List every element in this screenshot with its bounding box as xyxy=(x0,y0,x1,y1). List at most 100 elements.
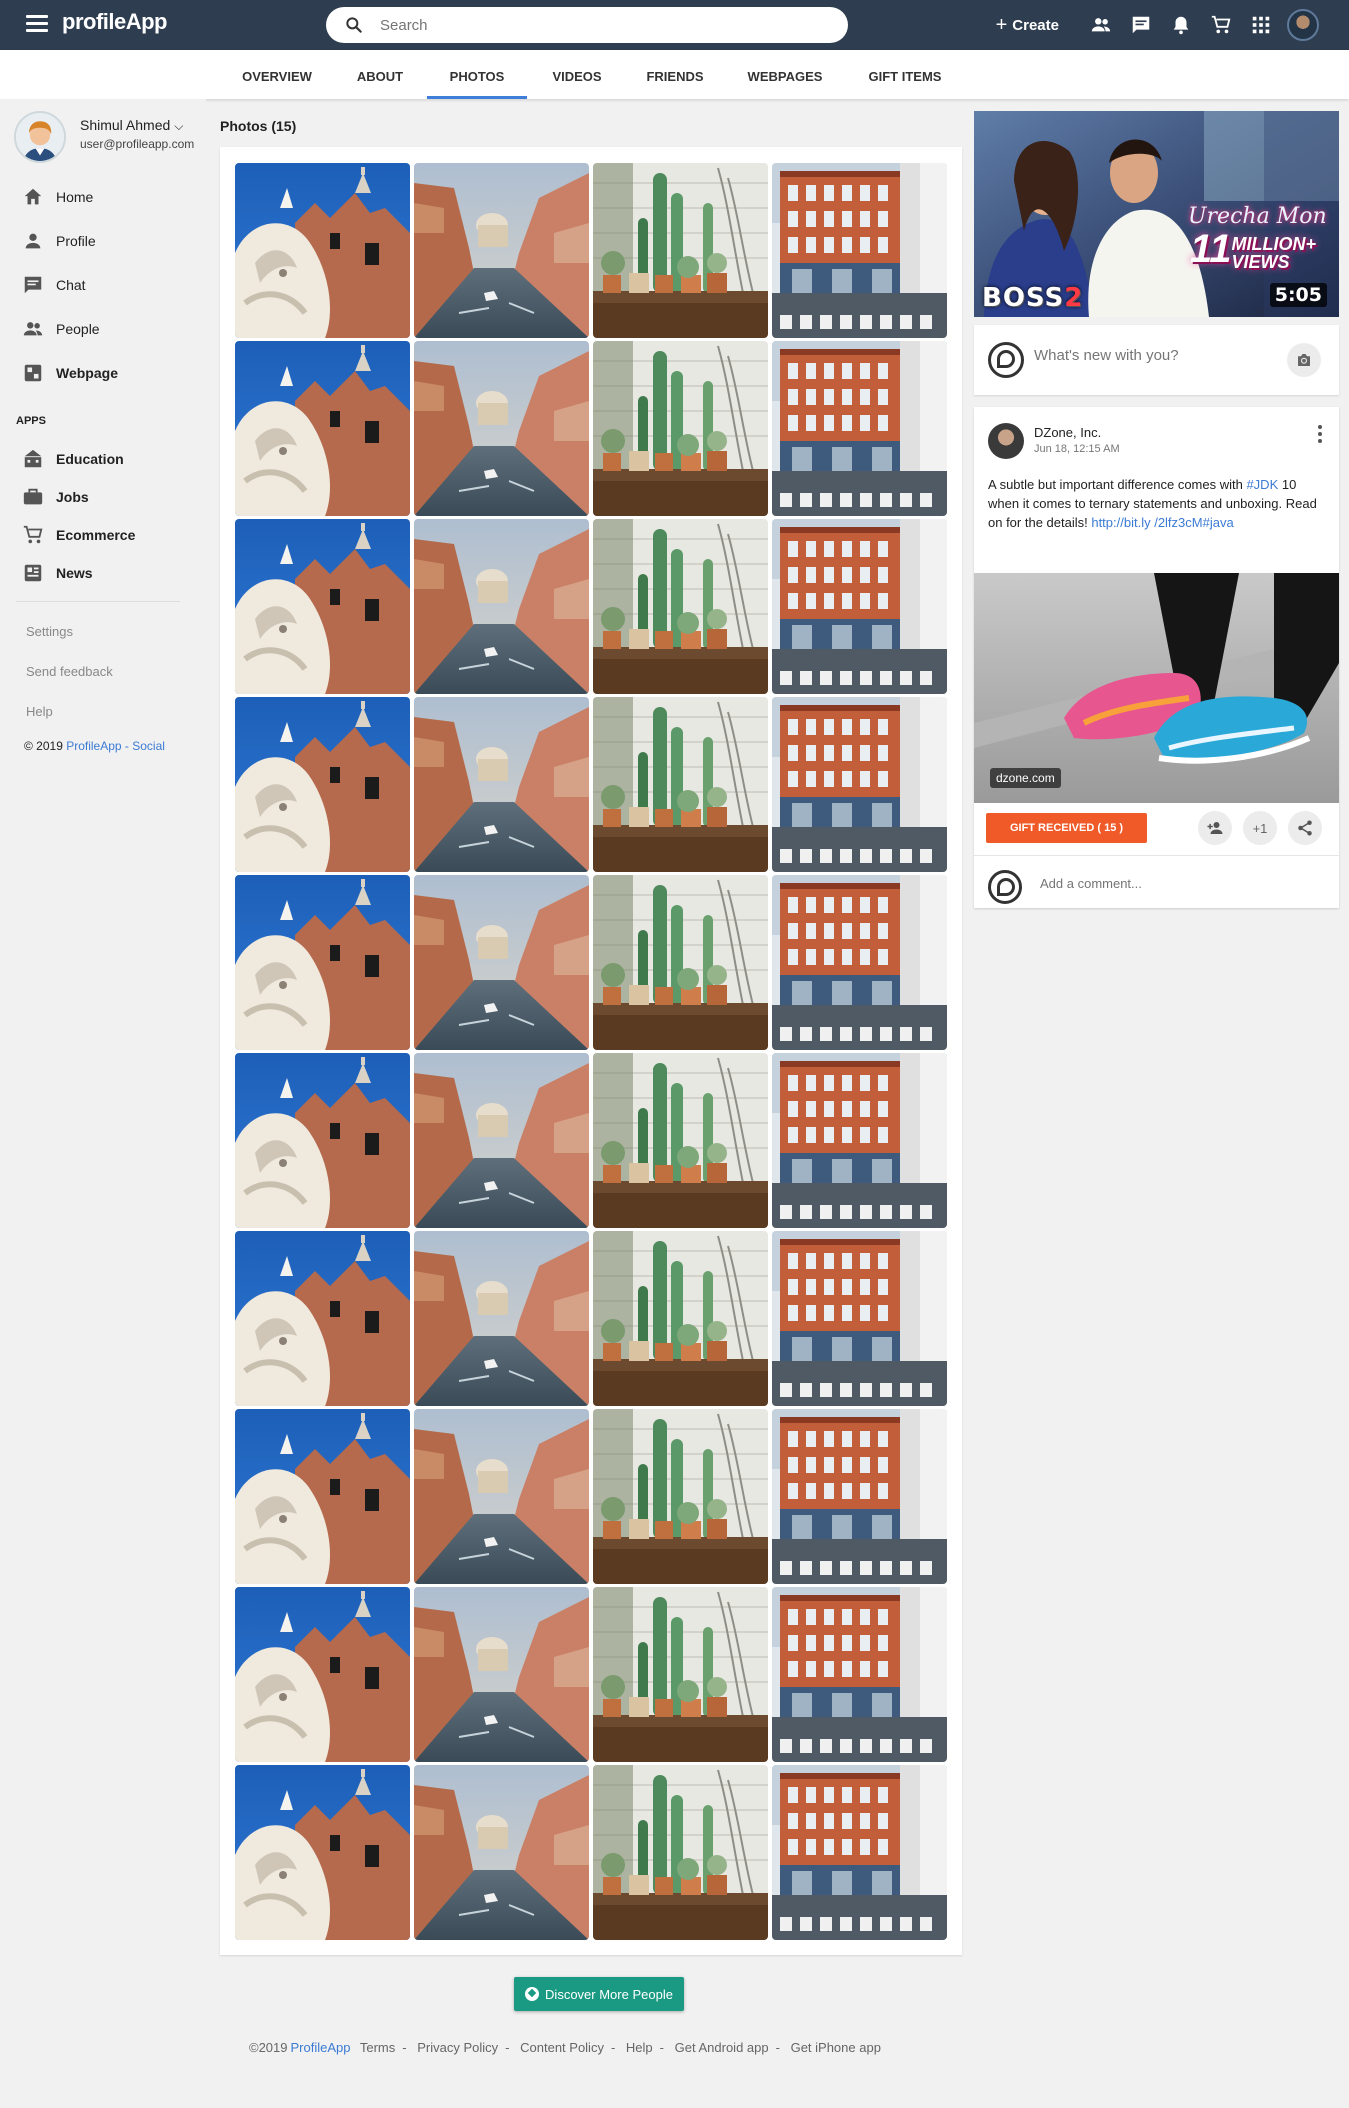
photo-thumbnail-venice-canal[interactable] xyxy=(414,1765,589,1940)
photo-thumbnail-lion-statue[interactable] xyxy=(235,1053,410,1228)
user-card[interactable]: Shimul Ahmed ⌵ user@profileapp.com xyxy=(14,111,204,163)
post-url-link[interactable]: http://bit.ly /2lfz3cM xyxy=(1091,515,1202,530)
photo-thumbnail-cactus-garden[interactable] xyxy=(593,163,768,338)
people-icon[interactable] xyxy=(1081,0,1121,50)
sidebar-item-education[interactable]: Education xyxy=(0,441,206,477)
photo-thumbnail-lion-statue[interactable] xyxy=(235,341,410,516)
comment-input[interactable] xyxy=(1040,876,1290,891)
chat-icon[interactable] xyxy=(1121,0,1161,50)
photo-thumbnail-brick-building[interactable] xyxy=(772,341,947,516)
photo-thumbnail-venice-canal[interactable] xyxy=(414,341,589,516)
sidebar-item-ecommerce[interactable]: Ecommerce xyxy=(0,517,206,553)
photo-thumbnail-brick-building[interactable] xyxy=(772,1587,947,1762)
search-input[interactable] xyxy=(380,16,820,34)
sidebar-item-news[interactable]: News xyxy=(0,555,206,591)
bell-icon[interactable] xyxy=(1161,0,1201,50)
photo-thumbnail-cactus-garden[interactable] xyxy=(593,1053,768,1228)
photo-thumbnail-lion-statue[interactable] xyxy=(235,1587,410,1762)
video-thumbnail[interactable]: Urecha Mon 11MILLION+ VIEWS BOSS2 5:05 xyxy=(974,111,1339,317)
help-link[interactable]: Help xyxy=(26,704,53,719)
sidebar-item-webpage[interactable]: Webpage xyxy=(0,355,206,391)
photo-thumbnail-cactus-garden[interactable] xyxy=(593,1765,768,1940)
photo-thumbnail-lion-statue[interactable] xyxy=(235,519,410,694)
photo-thumbnail-lion-statue[interactable] xyxy=(235,1765,410,1940)
tab-gift-items[interactable]: GIFT ITEMS xyxy=(855,50,955,99)
photo-thumbnail-lion-statue[interactable] xyxy=(235,1231,410,1406)
photo-thumbnail-venice-canal[interactable] xyxy=(414,519,589,694)
hashtag-java-link[interactable]: #java xyxy=(1203,515,1234,530)
create-button[interactable]: + Create xyxy=(996,14,1059,37)
photo-thumbnail-lion-statue[interactable] xyxy=(235,1409,410,1584)
discover-more-people-button[interactable]: Discover More People xyxy=(514,1977,684,2011)
photo-thumbnail-cactus-garden[interactable] xyxy=(593,1231,768,1406)
app-logo[interactable]: profileApp xyxy=(62,9,168,35)
photo-thumbnail-brick-building[interactable] xyxy=(772,697,947,872)
photo-thumbnail-brick-building[interactable] xyxy=(772,1765,947,1940)
footer-separator: - xyxy=(505,2040,510,2055)
sidebar-item-home[interactable]: Home xyxy=(0,179,206,215)
menu-icon[interactable] xyxy=(26,15,48,35)
cart-icon[interactable] xyxy=(1201,0,1241,50)
photo-thumbnail-venice-canal[interactable] xyxy=(414,1587,589,1762)
footer-brand-link[interactable]: ProfileApp xyxy=(291,2040,351,2055)
sidebar-item-profile[interactable]: Profile xyxy=(0,223,206,259)
sidebar-item-jobs[interactable]: Jobs xyxy=(0,479,206,515)
more-options-icon[interactable] xyxy=(1311,423,1329,445)
footer-iphone-link[interactable]: Get iPhone app xyxy=(791,2040,881,2055)
post-author[interactable]: DZone, Inc. xyxy=(1034,425,1101,440)
photo-thumbnail-brick-building[interactable] xyxy=(772,875,947,1050)
plus-one-button[interactable]: +1 xyxy=(1243,811,1277,845)
share-icon[interactable] xyxy=(1288,811,1322,845)
photo-thumbnail-brick-building[interactable] xyxy=(772,1231,947,1406)
photo-thumbnail-lion-statue[interactable] xyxy=(235,163,410,338)
photo-thumbnail-brick-building[interactable] xyxy=(772,1409,947,1584)
photo-thumbnail-cactus-garden[interactable] xyxy=(593,875,768,1050)
copyright-link[interactable]: ProfileApp - Social xyxy=(66,739,165,753)
photo-thumbnail-brick-building[interactable] xyxy=(772,1053,947,1228)
photo-thumbnail-cactus-garden[interactable] xyxy=(593,341,768,516)
footer-android-link[interactable]: Get Android app xyxy=(675,2040,769,2055)
tab-overview[interactable]: OVERVIEW xyxy=(232,50,322,99)
photo-thumbnail-venice-canal[interactable] xyxy=(414,1053,589,1228)
chevron-down-icon[interactable]: ⌵ xyxy=(174,119,183,133)
photo-thumbnail-brick-building[interactable] xyxy=(772,163,947,338)
photo-thumbnail-venice-canal[interactable] xyxy=(414,1231,589,1406)
send-feedback-link[interactable]: Send feedback xyxy=(26,664,113,679)
photo-thumbnail-cactus-garden[interactable] xyxy=(593,519,768,694)
discover-label: Discover More People xyxy=(545,1986,673,2002)
footer-separator: - xyxy=(659,2040,665,2055)
footer-help-link[interactable]: Help xyxy=(626,2040,653,2055)
photo-thumbnail-venice-canal[interactable] xyxy=(414,1409,589,1584)
copyright-text: © 2019 xyxy=(24,739,63,753)
footer-terms-link[interactable]: Terms xyxy=(360,2040,395,2055)
compose-input[interactable] xyxy=(1034,347,1284,364)
photo-thumbnail-venice-canal[interactable] xyxy=(414,875,589,1050)
sidebar-item-chat[interactable]: Chat xyxy=(0,267,206,303)
photo-thumbnail-brick-building[interactable] xyxy=(772,519,947,694)
sidebar-item-people[interactable]: People xyxy=(0,311,206,347)
add-person-icon[interactable] xyxy=(1198,811,1232,845)
tab-webpages[interactable]: WEBPAGES xyxy=(735,50,835,99)
tab-videos[interactable]: VIDEOS xyxy=(537,50,617,99)
tab-friends[interactable]: FRIENDS xyxy=(630,50,720,99)
photo-thumbnail-lion-statue[interactable] xyxy=(235,875,410,1050)
hashtag-jdk-link[interactable]: #JDK xyxy=(1246,477,1278,492)
user-avatar[interactable] xyxy=(1287,9,1319,41)
apps-grid-icon[interactable] xyxy=(1241,0,1281,50)
photo-thumbnail-cactus-garden[interactable] xyxy=(593,1409,768,1584)
photo-thumbnail-venice-canal[interactable] xyxy=(414,163,589,338)
photo-thumbnail-cactus-garden[interactable] xyxy=(593,1587,768,1762)
post-image[interactable]: dzone.com xyxy=(974,573,1339,803)
footer-content-policy-link[interactable]: Content Policy xyxy=(520,2040,604,2055)
photo-thumbnail-lion-statue[interactable] xyxy=(235,697,410,872)
settings-link[interactable]: Settings xyxy=(26,624,73,639)
tab-about[interactable]: ABOUT xyxy=(340,50,420,99)
gift-received-button[interactable]: GIFT RECEIVED ( 15 ) xyxy=(986,813,1147,843)
tab-photos[interactable]: PHOTOS xyxy=(427,50,527,99)
post-author-avatar[interactable] xyxy=(988,423,1024,459)
footer-privacy-link[interactable]: Privacy Policy xyxy=(417,2040,498,2055)
camera-icon[interactable] xyxy=(1287,343,1321,377)
person-icon xyxy=(25,233,41,249)
photo-thumbnail-cactus-garden[interactable] xyxy=(593,697,768,872)
photo-thumbnail-venice-canal[interactable] xyxy=(414,697,589,872)
